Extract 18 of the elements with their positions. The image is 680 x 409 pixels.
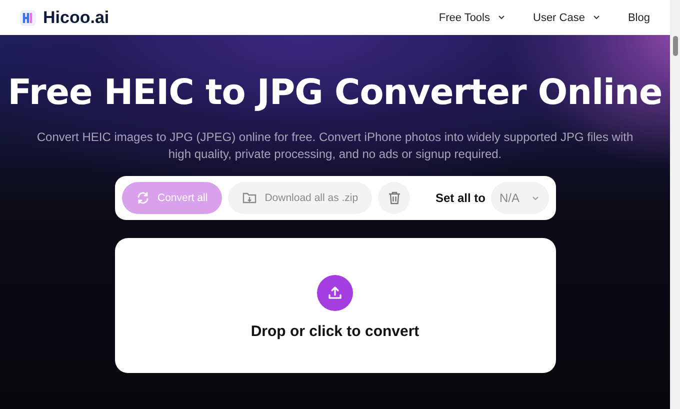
set-all-label: Set all to <box>435 191 486 205</box>
chevron-down-icon <box>532 196 538 200</box>
drop-zone[interactable]: Drop or click to convert <box>114 238 556 373</box>
page-subtitle: Convert HEIC images to JPG (JPEG) online for free. Convert iPhone photos into widely supported JPG files with high quality, private processing, and no ads or signup required. <box>36 129 634 163</box>
refresh-icon <box>136 191 150 205</box>
folder-download-icon <box>242 191 257 205</box>
scrollbar[interactable] <box>670 0 680 409</box>
nav-link[interactable]: Free Tools <box>438 12 505 24</box>
logo-text[interactable]: Hicoo.ai <box>43 8 110 28</box>
chevron-down-icon <box>592 15 600 20</box>
page-title: Free HEIC to JPG Converter Online <box>8 73 662 113</box>
drop-zone-label: Drop or click to convert <box>250 323 420 340</box>
logo-icon <box>20 10 36 26</box>
chevron-down-icon <box>498 15 505 20</box>
upload-icon <box>317 275 353 311</box>
nav-link[interactable]: User Case <box>533 12 600 24</box>
nav-link[interactable]: Blog <box>628 12 650 24</box>
trash-icon <box>388 191 401 205</box>
